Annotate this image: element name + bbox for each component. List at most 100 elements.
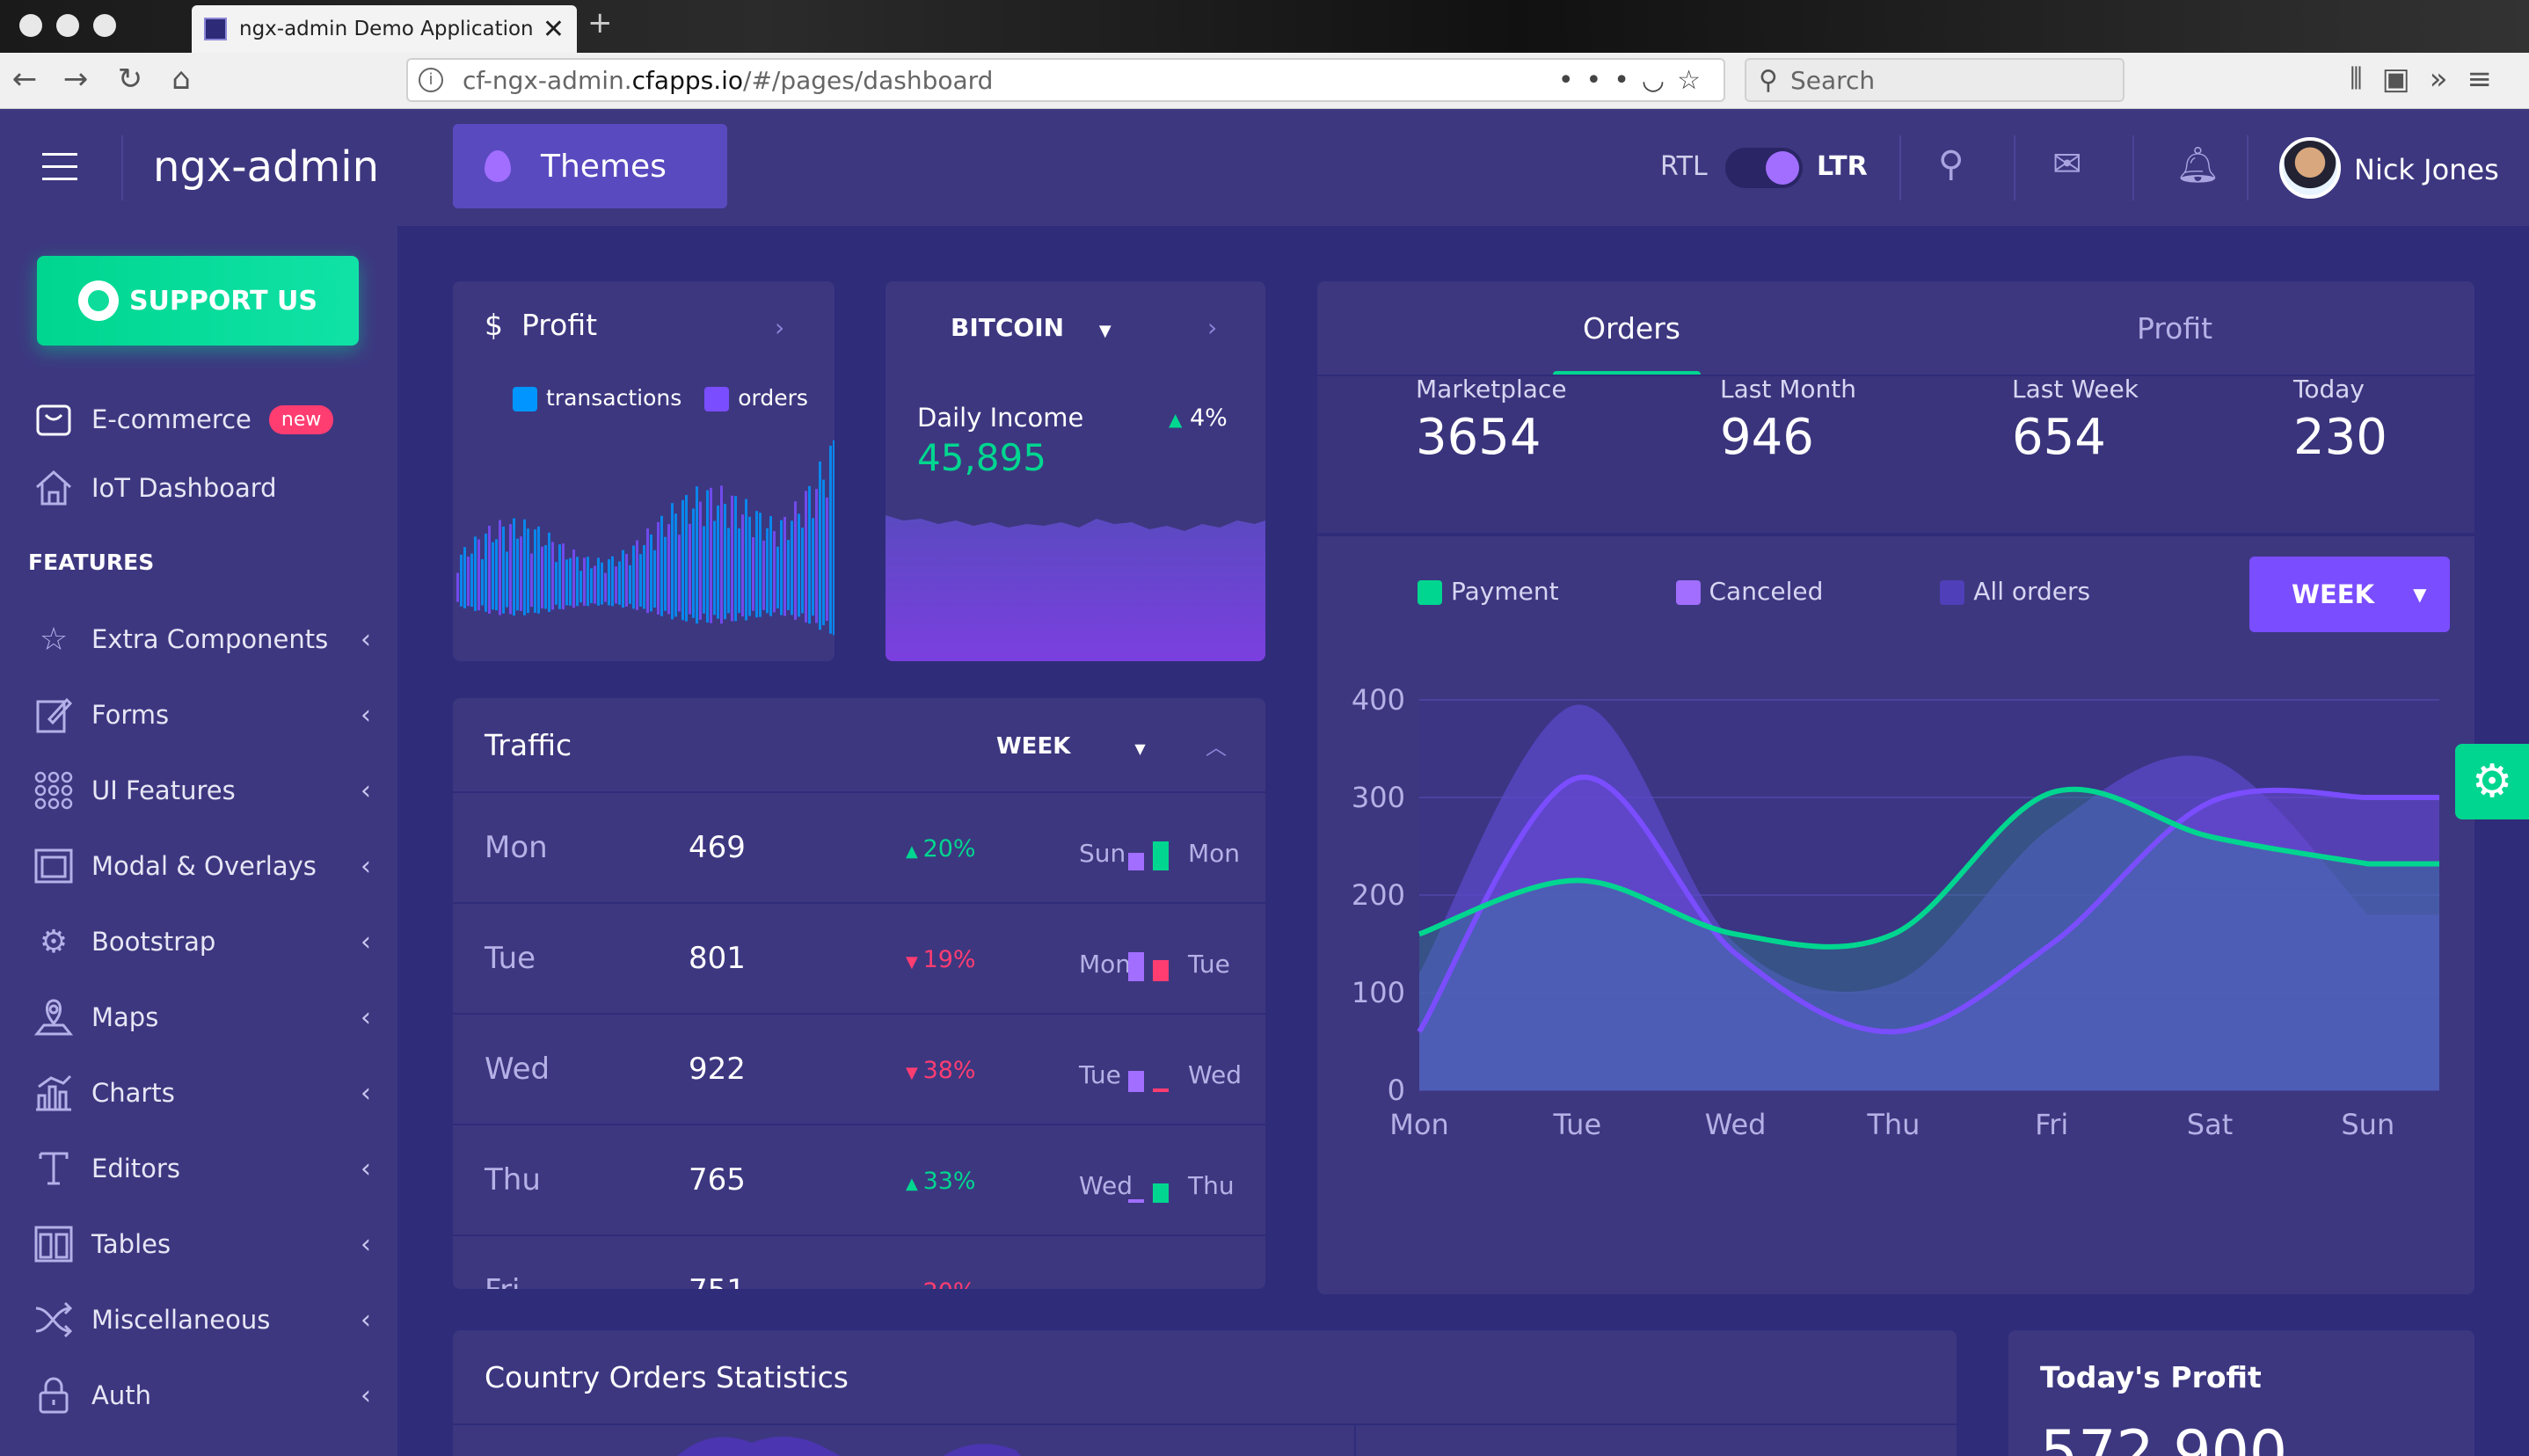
support-label: SUPPORT US [128,285,318,317]
sidebar-item-editors[interactable]: Editors ‹ [32,1142,383,1195]
orders-area-chart: 0 100 200 300 400 Mon Tue Wed Thu Fri Sat Sun [1352,683,2439,1141]
sidebar-item-iot-dashboard[interactable]: IoT Dashboard [32,462,383,514]
bell-icon[interactable]: 🔔︎ [2176,144,2220,186]
sidebar-item-label: Modal & Overlays [91,851,317,881]
browser-tab[interactable]: ngx-admin Demo Application ✕ [192,5,577,53]
traffic-row: Tue 801 ▼ 19% Mon Tue [453,904,1265,1015]
pocket-icon[interactable]: ◡ [1642,65,1677,96]
chevron-right-icon[interactable]: › [775,313,784,342]
sidebar-item-tables[interactable]: Tables ‹ [32,1218,383,1270]
stat-value: 946 [1720,409,1814,466]
traffic-row: Wed 922 ▼ 38% Tue Wed [453,1015,1265,1125]
profit-bar [608,559,610,606]
avatar[interactable] [2279,137,2341,199]
stat-label: Marketplace [1416,375,1567,404]
traffic-period-select[interactable]: WEEK ▼ [996,733,1146,760]
user-name[interactable]: Nick Jones [2354,153,2499,186]
tab-orders[interactable]: Orders [1583,311,1680,346]
close-window-button[interactable] [19,14,42,37]
profit-bar [622,550,624,608]
profit-bar [812,518,814,616]
themes-button[interactable]: Themes [453,124,727,208]
info-icon[interactable]: i [419,68,443,92]
search-icon: ⚲ [1759,64,1778,96]
currency-select[interactable]: BITCOIN ▼ [951,313,1111,342]
chevron-left-icon: ‹ [361,699,371,731]
profit-bar [594,565,596,604]
legend-swatch-transactions [513,387,537,411]
hamburger-menu-icon[interactable] [42,153,77,190]
search-icon[interactable]: ⚲ [1938,144,1964,185]
profit-bar [597,557,600,606]
sidebar-item-miscellaneous[interactable]: Miscellaneous ‹ [32,1293,383,1346]
sidebar-item-charts[interactable]: Charts ‹ [32,1067,383,1119]
sidebar-toggle-icon[interactable]: ▣ [2382,62,2430,97]
traffic-compare-prev: Tue [1079,1060,1121,1089]
orders-legend: Payment Canceled All orders [1418,577,2090,606]
tab-close-button[interactable]: ✕ [543,14,565,45]
library-icon[interactable]: ⫴ [2350,62,2381,97]
profit-card-title: $ Profit [485,308,597,342]
x-tick-label: Sun [2341,1108,2394,1141]
orders-period-label: WEEK [2292,579,2375,609]
direction-toggle[interactable] [1725,148,1803,188]
sidebar-item-modal-overlays[interactable]: Modal & Overlays ‹ [32,840,383,892]
profit-bar [776,546,779,609]
x-tick-label: Wed [1705,1108,1767,1141]
legend-swatch-all-orders [1940,580,1965,605]
profit-bar [485,533,487,612]
profit-bar [780,520,783,615]
profit-bar [731,495,733,622]
profit-bar [601,562,603,605]
sidebar-item-bootstrap[interactable]: ⚙ Bootstrap ‹ [32,915,383,968]
profit-bar [534,529,536,613]
bookmark-star-icon[interactable]: ☆ [1677,65,1713,96]
chevron-up-icon[interactable]: ︿ [1206,730,1227,761]
profit-bar [579,571,582,603]
browser-search-field[interactable]: ⚲ Search [1745,58,2125,102]
support-us-button[interactable]: SUPPORT US [37,256,359,346]
url-path: /#/pages/dashboard [743,65,994,95]
url-bar[interactable]: i cf-ngx-admin. cfapps.io /#/pages/dashb… [406,58,1725,102]
forward-arrow-icon[interactable]: → [58,62,93,97]
profit-bar [548,532,550,613]
more-icon[interactable]: ••• [1558,65,1642,96]
menu-icon[interactable]: ≡ [2467,62,2512,97]
profit-bar [681,499,684,621]
lock-icon [32,1373,76,1417]
profit-bar [685,495,688,622]
chevron-left-icon: ‹ [361,1001,371,1033]
sidebar-item-label: Forms [91,700,170,730]
sidebar-item-maps[interactable]: Maps ‹ [32,991,383,1044]
profit-bar [590,568,593,603]
chevron-right-icon[interactable]: › [1207,313,1217,342]
sidebar-item-auth[interactable]: Auth ‹ [32,1369,383,1422]
overflow-chevron-icon[interactable]: » [2430,62,2467,97]
tab-profit[interactable]: Profit [2137,311,2212,346]
sidebar-item-extra-components[interactable]: ☆ Extra Components ‹ [32,613,383,666]
legend-label: All orders [1973,577,2091,606]
mail-icon[interactable]: ✉ [2052,144,2082,185]
profit-bar [583,557,586,606]
traffic-delta-value: 19% [922,946,976,973]
settings-gear-button[interactable]: ⚙ [2455,744,2529,819]
orders-period-select[interactable]: WEEK ▼ [2249,557,2450,632]
back-arrow-icon[interactable]: ← [7,62,42,97]
traffic-title: Traffic [485,728,572,762]
new-tab-button[interactable]: + [587,5,613,40]
home-icon[interactable]: ⌂ [164,62,199,97]
chevron-left-icon: ‹ [361,1380,371,1411]
maximize-window-button[interactable] [93,14,116,37]
sidebar-item-ui-features[interactable]: UI Features ‹ [32,764,383,817]
profit-bar [769,516,772,616]
minimize-window-button[interactable] [56,14,79,37]
profit-bar [488,525,491,615]
brand-logo[interactable]: ngx-admin [153,142,379,192]
sidebar-item-e-commerce[interactable]: E-commerce new [32,393,383,446]
sidebar-item-forms[interactable]: Forms ‹ [32,688,383,741]
sidebar-item-label: IoT Dashboard [91,473,277,503]
tab-title: ngx-admin Demo Application [239,18,534,40]
reload-icon[interactable]: ↻ [113,62,148,97]
traffic-period-label: WEEK [996,733,1071,760]
profit-bar [692,508,695,618]
